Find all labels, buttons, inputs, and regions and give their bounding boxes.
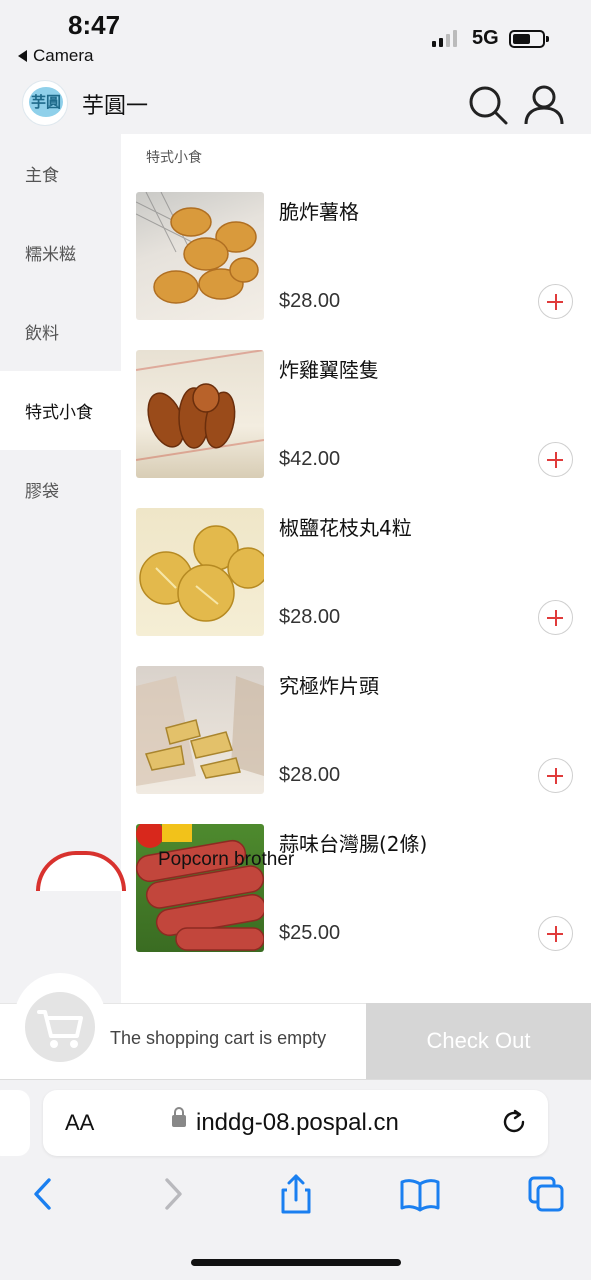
product-price: $28.00 (279, 606, 341, 628)
back-to-camera-link[interactable]: Camera (18, 46, 93, 66)
text-size-button[interactable]: AA (65, 1110, 94, 1136)
cart-empty-text: The shopping cart is empty (110, 1028, 327, 1048)
shop-name: 芋圓一 (82, 94, 149, 119)
product-image (136, 666, 264, 794)
product-price: $28.00 (279, 764, 341, 786)
lock-icon (172, 1107, 186, 1127)
category-item[interactable]: 糯米糍 (0, 213, 121, 292)
battery-icon (509, 30, 549, 48)
product-price: $28.00 (279, 290, 341, 312)
product-name: 究極炸片頭 (279, 674, 379, 698)
product-name: Popcorn brother (158, 849, 295, 870)
forward-icon[interactable] (150, 1172, 194, 1216)
product-image (136, 508, 264, 636)
status-time: 8:47 (68, 10, 121, 40)
search-icon[interactable] (467, 84, 509, 126)
product-image (136, 192, 264, 320)
product-image (136, 824, 264, 952)
add-to-cart-button[interactable] (538, 916, 573, 951)
product-item[interactable]: 椒鹽花枝丸4粒 $28.00 (121, 508, 591, 665)
tabs-icon[interactable] (524, 1172, 568, 1216)
cellular-signal-icon (432, 30, 457, 47)
product-name: 蒜味台灣腸(2條) (279, 832, 428, 856)
add-to-cart-button[interactable] (538, 600, 573, 635)
category-item[interactable]: 飲料 (0, 292, 121, 371)
product-image (136, 350, 264, 478)
product-item[interactable]: 脆炸薯格 $28.00 (121, 192, 591, 349)
add-to-cart-button[interactable] (538, 284, 573, 319)
product-item[interactable]: 究極炸片頭 $28.00 (121, 666, 591, 823)
product-name: 脆炸薯格 (279, 200, 359, 224)
user-account-icon[interactable] (523, 84, 565, 126)
previous-tab-peek[interactable] (0, 1090, 30, 1156)
back-icon[interactable] (22, 1172, 66, 1216)
checkout-button[interactable]: Check Out (366, 1003, 591, 1079)
category-item-active[interactable]: 特式小食 (0, 371, 121, 450)
product-item[interactable]: 炸雞翼陸隻 $42.00 (121, 350, 591, 507)
add-to-cart-button[interactable] (538, 758, 573, 793)
product-price: $42.00 (279, 448, 341, 470)
url-text[interactable]: inddg-08.pospal.cn (196, 1109, 399, 1137)
status-bar: 8:47 Camera 5G (0, 0, 591, 80)
product-price: $25.00 (279, 922, 341, 944)
app-header: 芋圓 芋圓一 (0, 80, 591, 134)
section-title: 特式小食 (146, 150, 202, 166)
add-to-cart-button[interactable] (538, 442, 573, 477)
product-item[interactable]: 蒜味台灣腸(2條) $25.00 (121, 824, 591, 981)
network-type: 5G (472, 27, 499, 49)
logo-text: 芋圓 (30, 93, 61, 111)
shop-logo[interactable]: 芋圓 (22, 80, 68, 126)
shopping-cart-icon (37, 1010, 83, 1048)
product-name: 炸雞翼陸隻 (279, 358, 379, 382)
back-app-label: Camera (33, 46, 94, 65)
back-triangle-icon (18, 50, 27, 62)
home-indicator[interactable] (191, 1259, 401, 1266)
cart-button[interactable] (25, 992, 95, 1062)
product-list: 特式小食 脆炸薯格 $28.00 炸雞翼陸隻 $42.00 椒鹽花枝丸4粒 $2… (121, 134, 591, 1004)
bookmarks-icon[interactable] (398, 1172, 442, 1216)
share-icon[interactable] (274, 1172, 318, 1216)
address-bar[interactable]: AA inddg-08.pospal.cn (43, 1090, 548, 1156)
product-name: 椒鹽花枝丸4粒 (279, 516, 412, 540)
reload-icon[interactable] (501, 1108, 529, 1136)
category-item[interactable]: 主食 (0, 134, 121, 213)
category-item[interactable]: 膠袋 (0, 450, 121, 529)
